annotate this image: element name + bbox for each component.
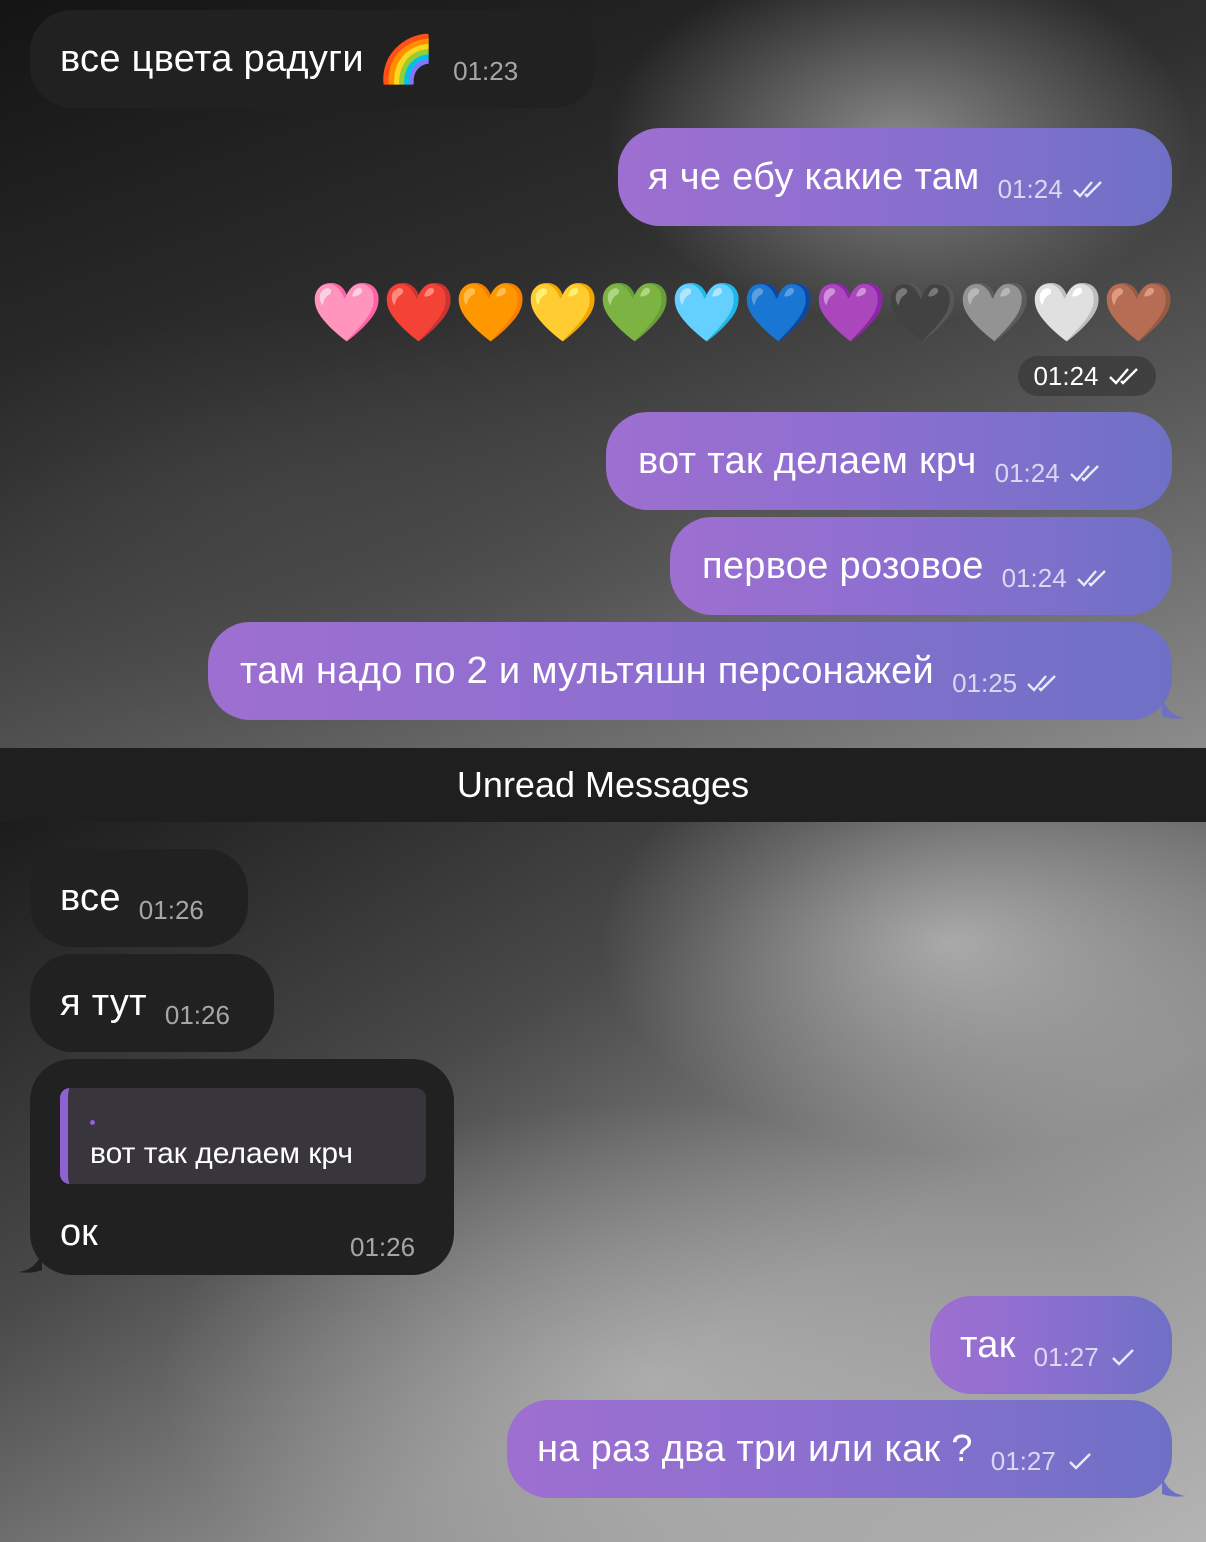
emoji-message-time: 01:24 [1018,356,1156,396]
message-meta: 01:27 [991,1446,1098,1477]
message-bubble-outgoing[interactable]: первое розовое 01:24 [670,517,1172,615]
message-bubble-outgoing[interactable]: там надо по 2 и мультяшн персонажей 01:2… [208,622,1172,720]
message-bubble-incoming[interactable]: все 01:26 [30,849,248,947]
chat-screen: все цвета радуги 🌈 01:23 я че ебу какие … [0,0,1206,1542]
message-meta: 01:24 [995,458,1102,489]
message-time: 01:25 [952,667,1018,698]
double-check-icon [1108,368,1138,385]
message-text: вот так делаем крч [638,439,977,482]
green-heart-emoji: 💚 [598,280,672,345]
single-check-icon [1068,1453,1091,1470]
message-time: 01:27 [1033,1341,1099,1372]
message-time: 01:23 [453,55,519,86]
message-meta: 01:24 [998,174,1105,205]
bubble-tail [1162,1476,1186,1497]
message-text: я тут [60,981,147,1024]
message-time: 01:27 [990,1445,1056,1476]
message-time: 01:24 [994,457,1060,488]
unread-messages-divider: Unread Messages [0,748,1206,822]
white-heart-emoji: 🤍 [1030,280,1104,345]
double-check-icon [1027,675,1056,692]
message-bubble-outgoing[interactable]: вот так делаем крч 01:24 [606,412,1172,510]
red-heart-emoji: ❤️ [382,280,456,345]
double-check-icon [1076,570,1106,587]
double-check-icon [1072,181,1102,198]
purple-heart-emoji: 💜 [814,280,888,345]
emoji-message[interactable]: 🩷 ❤️ 🧡 💛 💚 🩵 💙 💜 🖤 🩶 🤍 🤎 [310,280,1176,346]
brown-heart-emoji: 🤎 [1102,280,1176,345]
double-check-icon [1069,465,1099,482]
message-time: 01:24 [997,173,1063,204]
grey-heart-emoji: 🩶 [958,280,1032,345]
message-text: все цвета радуги [60,37,364,80]
light-blue-heart-emoji: 🩵 [670,280,744,345]
message-text: ок [60,1212,98,1254]
message-time: 01:26 [164,999,230,1030]
message-meta: 01:25 [952,668,1059,699]
message-time: 01:26 [350,1232,416,1262]
message-text: все [60,876,121,919]
blue-heart-emoji: 💙 [742,280,816,345]
message-time: 01:24 [1001,562,1067,593]
black-heart-emoji: 🖤 [886,280,960,345]
unread-messages-label: Unread Messages [456,764,750,805]
single-check-icon [1111,1349,1134,1366]
message-bubble-outgoing[interactable]: так 01:27 [930,1296,1172,1394]
message-bubble-incoming[interactable]: все цвета радуги 🌈 01:23 [30,10,596,108]
message-time: 01:26 [138,894,204,925]
message-text: первое розовое [702,544,984,587]
orange-heart-emoji: 🧡 [454,280,528,345]
message-bubble-incoming[interactable]: я тут 01:26 [30,954,274,1052]
message-time: 01:24 [1033,360,1099,391]
bubble-tail [1162,698,1186,719]
message-bubble-outgoing[interactable]: я че ебу какие там 01:24 [618,128,1172,226]
pink-heart-emoji: 🩷 [310,280,384,345]
yellow-heart-emoji: 💛 [526,280,600,345]
bubble-tail [18,1252,42,1273]
message-text: так [960,1323,1016,1366]
message-text: я че ебу какие там [648,155,980,198]
message-bubble-outgoing[interactable]: на раз два три или как ? 01:27 [507,1400,1172,1498]
message-meta: 01:27 [1034,1342,1141,1373]
message-text: на раз два три или как ? [537,1427,973,1470]
message-text: там надо по 2 и мультяшн персонажей [240,649,935,692]
message-meta: 01:24 [1002,563,1109,594]
reply-quote-text: вот так делаем крч [90,1137,354,1170]
rainbow-emoji: 🌈 [377,32,436,85]
reply-sender-marker [90,1120,95,1125]
reply-quote[interactable]: вот так делаем крч [60,1088,426,1184]
